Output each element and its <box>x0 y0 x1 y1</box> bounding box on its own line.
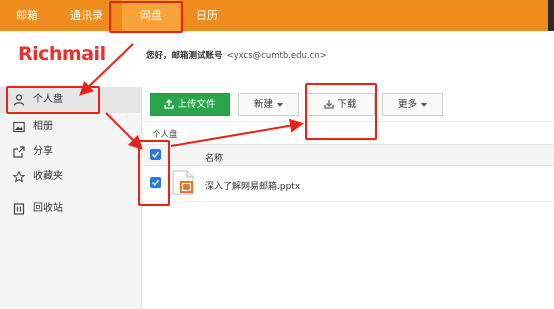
arrow-netdisk-to-personal <box>79 43 134 96</box>
arrow-checkbox-to-download <box>170 118 304 147</box>
arrow-personal-to-checkbox <box>105 112 143 150</box>
annotation-arrows <box>79 43 304 150</box>
